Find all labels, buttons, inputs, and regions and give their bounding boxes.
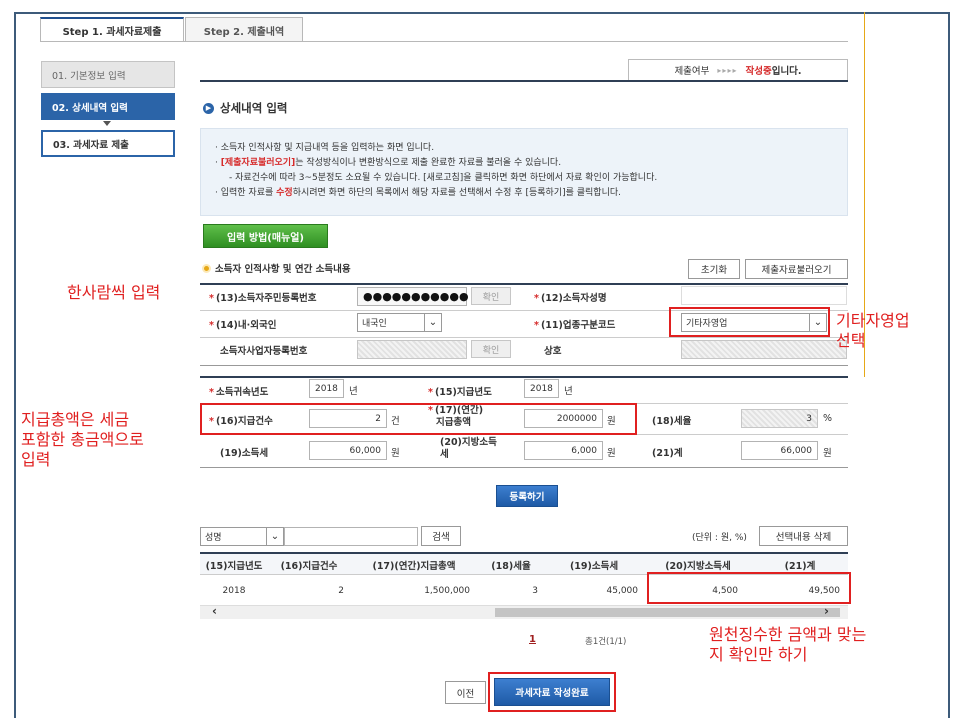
cell-income-tax: 45,000 [606,586,639,596]
nation-select[interactable]: 내국인 ⌄ [357,313,442,332]
load-submitted-button[interactable]: 제출자료불러오기 [745,259,848,279]
col-income-tax: (19)소득세 [569,560,619,572]
status-label: 제출여부 [674,66,710,77]
step-submit[interactable]: 03. 과세자료 제출 [41,130,175,157]
form-title: 소득자 인적사항 및 연간 소득내용 [202,261,351,275]
section-title-text: 상세내역 입력 [220,101,288,115]
info-line1: 소득자 인적사항 및 지급내역 등을 입력하는 화면 입니다. [220,143,435,153]
bizno-input [357,340,467,359]
bizno-confirm-button[interactable]: 확인 [471,340,511,358]
search-field-select[interactable]: 성명 ⌄ [200,527,284,546]
nation-label: * (14)내·외국인 [209,320,277,331]
status-box: 제출여부 ▸▸▸▸ 작성중입니다. [628,59,848,80]
scroll-left-icon[interactable]: ‹ [212,604,217,618]
section-title: ▶ 상세내역 입력 [203,100,287,116]
info-line2-red: [제출자료불러오기] [220,158,296,168]
info-box: · 소득자 인적사항 및 지급내역 등을 입력하는 화면 입니다. · [제출자… [200,128,848,216]
bizno-label: 소득자사업자등록번호 [220,346,308,357]
trade-label: 상호 [544,346,562,357]
rrn-label: * (13)소득자주민등록번호 [209,293,317,304]
tab-step2[interactable]: Step 2. 제출내역 [185,17,303,42]
status-divider [200,80,848,82]
highlight-tax-check [647,572,851,604]
cell-total: 1,500,000 [424,586,470,596]
status-value: 작성중 [745,66,772,77]
local-tax-input[interactable]: 6,000 [524,441,603,460]
name-label: * (12)소득자성명 [534,293,607,304]
attr-year-label: * 소득귀속년도 [209,387,269,398]
income-tax-label: (19)소득세 [220,448,269,459]
delete-selected-button[interactable]: 선택내용 삭제 [759,526,848,546]
chevron-down-icon: ⌄ [424,314,441,331]
col-count: (16)지급건수 [280,560,338,572]
trade-input [681,340,847,359]
pay-year-label: * (15)지급년도 [428,387,492,398]
bullet-icon [202,263,211,273]
sum-input[interactable]: 66,000 [741,441,818,460]
cell-count: 2 [338,586,344,596]
info-line4a: 입력한 자료를 [220,188,277,198]
info-line3: - 자료건수에 따라 3~5분정도 소요될 수 있습니다. [새로고침]을 클릭… [229,173,658,183]
row-divider [200,467,848,468]
step-detail-input[interactable]: 02. 상세내역 입력 [41,93,175,120]
col-pay-year: (15)지급년도 [205,560,263,572]
register-button[interactable]: 등록하기 [496,485,558,507]
col-rate: (18)세율 [491,560,531,572]
page-link-1[interactable]: 1 [529,634,536,645]
info-line4b: 하시려면 화면 하단의 목록에서 해당 자료를 선택해서 수정 후 [등록하기]… [292,188,621,198]
sum-label: (21)계 [652,448,683,459]
info-line4-red: 수정 [276,188,293,198]
prev-button[interactable]: 이전 [445,681,486,704]
income-tax-input[interactable]: 60,000 [309,441,387,460]
won-unit: 원 [391,448,400,459]
col-total: (17)(연간)지급총액 [372,560,456,572]
rrn-input[interactable]: ●●●●●●●●●●● [357,287,469,306]
highlight-biz-code [669,307,830,337]
reset-button[interactable]: 초기화 [688,259,740,279]
form-title-text: 소득자 인적사항 및 연간 소득내용 [215,264,351,275]
arrow-circle-icon: ▶ [203,102,214,114]
rate-label: (18)세율 [652,416,692,427]
rrn-confirm-button[interactable]: 확인 [471,287,511,305]
tab-divider [40,41,848,42]
cell-rate: 3 [532,586,538,596]
won-unit: 원 [823,448,832,459]
search-input[interactable] [284,527,418,546]
annotation-biz-select: 기타자영업 선택 [836,311,910,350]
rate-input: 3 [741,409,818,428]
year-unit: 년 [349,386,358,397]
step-arrow-icon [103,121,111,126]
horizontal-scrollbar[interactable]: ‹ › [200,604,848,619]
biz-label: * (11)업종구분코드 [534,320,616,331]
annotation-one-person: 한사람씩 입력 [67,283,161,302]
manual-button[interactable]: 입력 방법(매뉴얼) [203,224,328,248]
attr-year-input[interactable]: 2018 [309,379,344,398]
scroll-thumb[interactable] [495,608,840,617]
pay-year-input[interactable]: 2018 [524,379,559,398]
highlight-complete [488,672,616,712]
tab-step1[interactable]: Step 1. 과세자료제출 [40,17,184,42]
row-divider [200,337,848,338]
local-tax-label: (20)지방소득 세 [440,437,497,460]
form-top-border [200,283,848,285]
annotation-total-note: 지급총액은 세금 포함한 총금액으로 입력 [21,410,144,469]
info-line2: 는 작성방식이나 변환방식으로 제출 완료한 자료를 불러올 수 있습니다. [295,158,562,168]
pager-info: 총1건(1/1) [585,637,627,647]
annotation-check-note: 원천징수한 금액과 맞는 지 확인만 하기 [709,625,867,664]
highlight-count-total [200,403,637,435]
pct-unit: % [823,413,833,424]
cell-pay-year: 2018 [222,586,246,596]
won-unit: 원 [607,448,616,459]
scroll-right-icon[interactable]: › [824,604,829,618]
name-input[interactable] [681,286,847,305]
chevron-down-icon: ⌄ [266,528,283,545]
row-divider [200,365,848,366]
step-basic-info[interactable]: 01. 기본정보 입력 [41,61,175,88]
unit-note: (단위 : 원, %) [692,533,747,543]
search-button[interactable]: 검색 [421,526,461,546]
status-suffix: 입니다. [771,66,802,77]
arrows-icon: ▸▸▸▸ [717,65,738,75]
section2-top-border [200,376,848,378]
year-unit: 년 [564,386,573,397]
